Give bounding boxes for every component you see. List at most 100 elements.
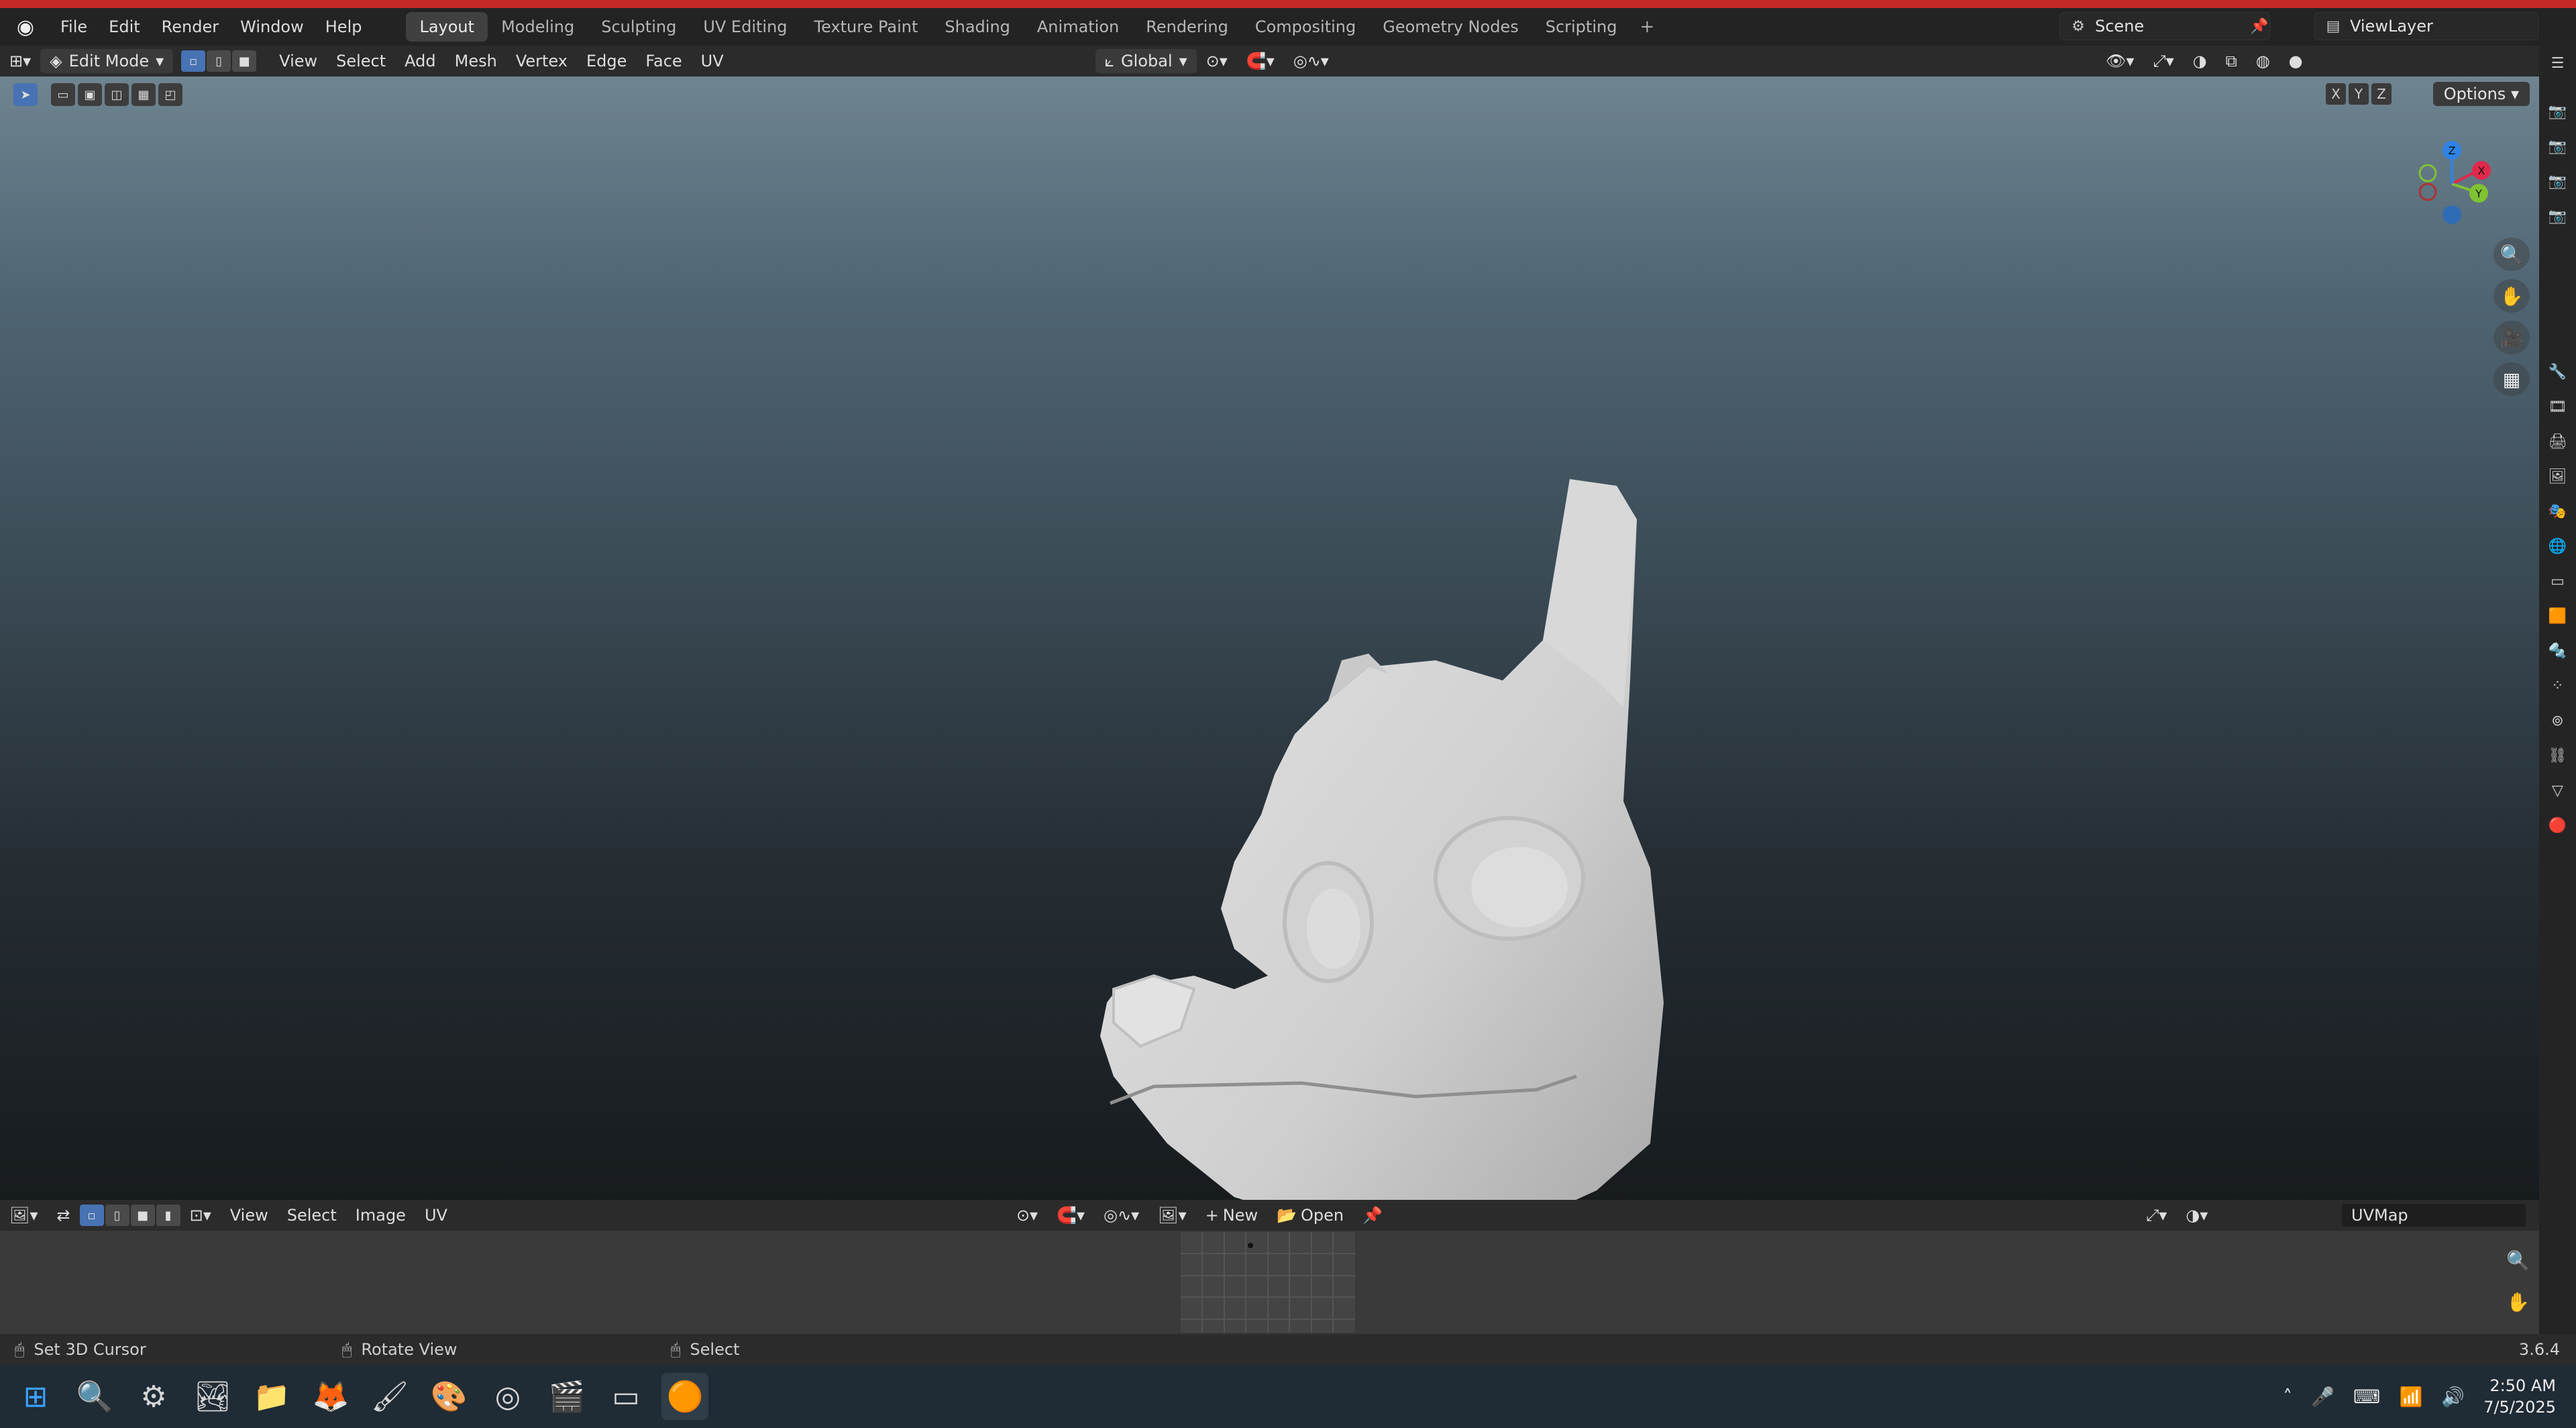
snap-icon[interactable]: 🧲▾	[1237, 49, 1284, 73]
3d-viewport[interactable]: ➤ ▭ ▣ ◫ ▦ ◰ X Y Z Options ▾ X Y Z 🔍 ✋ 🎥 …	[0, 76, 2539, 1200]
tab-shading[interactable]: Shading	[931, 12, 1024, 42]
vertex-select-icon[interactable]: ▫	[181, 50, 206, 72]
object-properties-icon[interactable]: 🟧	[2539, 599, 2576, 633]
view-layer-properties-icon[interactable]: 🖼	[2539, 459, 2576, 494]
uv-sticky-select-icon[interactable]: ⊡▾	[180, 1203, 221, 1227]
camera-visibility-icon[interactable]: 📷	[2539, 94, 2576, 129]
select-box-tool-icon[interactable]: ➤	[13, 83, 38, 106]
select-mode-intersect-icon[interactable]: ◰	[158, 83, 182, 106]
uv-sync-selection-icon[interactable]: ⇄	[48, 1203, 80, 1227]
uv-face-select-icon[interactable]: ■	[130, 1205, 155, 1226]
tool-properties-icon[interactable]: 🔧	[2539, 354, 2576, 389]
gizmo-toggle-icon[interactable]: ⤢▾	[2143, 49, 2183, 73]
gizmo-x-negative[interactable]	[2418, 183, 2437, 201]
pin-image-icon[interactable]: 📌	[1353, 1203, 1392, 1227]
uvmap-field[interactable]: UVMap	[2342, 1204, 2526, 1227]
tab-compositing[interactable]: Compositing	[1242, 12, 1369, 42]
uv-menu-uv[interactable]: UV	[415, 1203, 457, 1227]
modifier-properties-icon[interactable]: 🔩	[2539, 633, 2576, 668]
settings-gear-icon[interactable]: ⚙	[130, 1373, 177, 1420]
firefox-icon[interactable]: 🦊	[307, 1373, 354, 1420]
add-workspace-icon[interactable]: +	[1630, 13, 1664, 41]
particles-properties-icon[interactable]: ⁘	[2539, 668, 2576, 703]
menu-help[interactable]: Help	[315, 12, 373, 42]
file-explorer-icon[interactable]: 📁	[248, 1373, 295, 1420]
gizmo-z-negative[interactable]	[2443, 205, 2461, 224]
editor-type-icon[interactable]: ⊞▾	[0, 49, 40, 73]
xray-icon[interactable]: ⧉	[2216, 49, 2247, 73]
navigation-gizmo[interactable]: X Y Z	[2398, 130, 2506, 238]
menu-mesh[interactable]: Mesh	[445, 49, 506, 73]
options-dropdown[interactable]: Options ▾	[2432, 82, 2530, 106]
windows-start-icon[interactable]: ⊞	[12, 1373, 59, 1420]
tab-geometry-nodes[interactable]: Geometry Nodes	[1369, 12, 1532, 42]
character-app-icon[interactable]: 🎨	[425, 1373, 472, 1420]
image-browse-icon[interactable]: 🖼▾	[1148, 1203, 1196, 1227]
menu-view[interactable]: View	[270, 49, 327, 73]
menu-uv[interactable]: UV	[692, 49, 733, 73]
menu-face[interactable]: Face	[636, 49, 691, 73]
uv-editor-type-icon[interactable]: 🖼▾	[0, 1203, 48, 1227]
uv-island-select-icon[interactable]: ▮	[156, 1205, 180, 1226]
collection-properties-icon[interactable]: ▭	[2539, 564, 2576, 599]
mirror-z-toggle[interactable]: Z	[2371, 83, 2392, 105]
uv-menu-select[interactable]: Select	[278, 1203, 346, 1227]
menu-select[interactable]: Select	[327, 49, 395, 73]
uv-editor-canvas[interactable]: 🔍 ✋	[0, 1231, 2539, 1334]
scene-selector[interactable]: ⚙ Scene 📌	[2059, 12, 2270, 40]
uv-menu-view[interactable]: View	[221, 1203, 278, 1227]
physics-properties-icon[interactable]: ⊚	[2539, 703, 2576, 738]
camera-visibility-icon[interactable]: 📷	[2539, 199, 2576, 234]
mode-selector[interactable]: ◈ Edit Mode ▾	[40, 49, 174, 73]
camera-visibility-icon[interactable]: 📷	[2539, 164, 2576, 199]
constraints-properties-icon[interactable]: ⛓	[2539, 738, 2576, 773]
microphone-icon[interactable]: 🎤	[2311, 1386, 2334, 1408]
uv-vertex-select-icon[interactable]: ▫	[79, 1205, 104, 1226]
krita-app-icon[interactable]: 🖌	[366, 1373, 413, 1420]
uv-gizmo-icon[interactable]: ⤢▾	[2137, 1203, 2176, 1227]
select-mode-new-icon[interactable]: ▭	[51, 83, 75, 106]
menu-file[interactable]: File	[50, 12, 98, 42]
tab-layout[interactable]: Layout	[406, 12, 488, 42]
data-properties-icon[interactable]: ▽	[2539, 773, 2576, 808]
menu-edge[interactable]: Edge	[577, 49, 636, 73]
pan-hand-icon[interactable]: ✋	[2493, 279, 2530, 313]
tray-overflow-chevron-icon[interactable]: ˄	[2283, 1386, 2292, 1408]
shading-wireframe-icon[interactable]: ◍	[2247, 49, 2279, 73]
edge-select-icon[interactable]: ▯	[207, 50, 231, 72]
blender-taskbar-icon[interactable]: 🟠	[661, 1373, 708, 1420]
menu-window[interactable]: Window	[229, 12, 315, 42]
open-image-button[interactable]: 📂 Open	[1267, 1203, 1353, 1227]
mirror-x-toggle[interactable]: X	[2326, 83, 2346, 105]
select-mode-subtract-icon[interactable]: ◫	[105, 83, 129, 106]
pin-icon[interactable]: 📌	[2249, 18, 2269, 35]
mirror-y-toggle[interactable]: Y	[2349, 83, 2369, 105]
tab-uv-editing[interactable]: UV Editing	[690, 12, 800, 42]
perspective-grid-icon[interactable]: ▦	[2493, 362, 2530, 396]
zoom-icon[interactable]: 🔍	[2493, 238, 2530, 271]
camera-view-icon[interactable]: 🎥	[2493, 321, 2530, 354]
outliner-toggle-icon[interactable]: ☰	[2539, 46, 2576, 81]
uv-pan-hand-icon[interactable]: ✋	[2506, 1291, 2530, 1313]
new-image-button[interactable]: + New	[1196, 1203, 1267, 1227]
blender-logo-icon[interactable]: ◉	[9, 11, 42, 43]
davinci-resolve-icon[interactable]: 🎬	[543, 1373, 590, 1420]
search-icon[interactable]: 🔍	[71, 1373, 118, 1420]
pivot-point-icon[interactable]: ⊙▾	[1197, 49, 1237, 73]
world-properties-icon[interactable]: 🌐	[2539, 529, 2576, 564]
tab-sculpting[interactable]: Sculpting	[588, 12, 690, 42]
wifi-icon[interactable]: 📶	[2399, 1386, 2422, 1408]
overlays-icon[interactable]: ◑	[2184, 49, 2216, 73]
menu-render[interactable]: Render	[151, 12, 229, 42]
uv-edge-select-icon[interactable]: ▯	[105, 1205, 129, 1226]
tab-animation[interactable]: Animation	[1024, 12, 1132, 42]
uv-menu-image[interactable]: Image	[346, 1203, 415, 1227]
tab-scripting[interactable]: Scripting	[1532, 12, 1631, 42]
terminal-icon[interactable]: ▭	[602, 1373, 649, 1420]
render-properties-icon[interactable]: 🎞	[2539, 389, 2576, 424]
output-properties-icon[interactable]: 🖨	[2539, 424, 2576, 459]
obs-app-icon[interactable]: ◎	[484, 1373, 531, 1420]
transform-orientation-dropdown[interactable]: ⟀ Global ▾	[1095, 49, 1197, 73]
menu-vertex[interactable]: Vertex	[506, 49, 577, 73]
viewlayer-selector[interactable]: ▤ ViewLayer	[2314, 12, 2538, 40]
